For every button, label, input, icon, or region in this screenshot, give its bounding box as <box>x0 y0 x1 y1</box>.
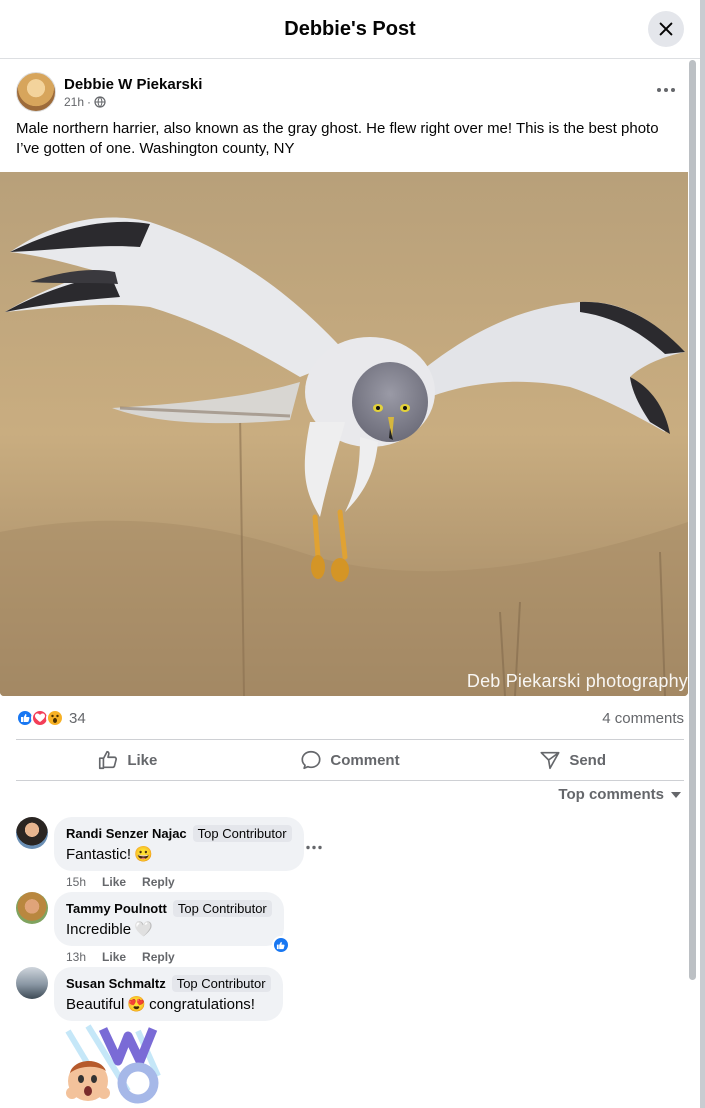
top-contributor-badge: Top Contributor <box>172 900 272 917</box>
photo-watermark: Deb Piekarski photography <box>466 671 688 691</box>
post-photo[interactable]: Deb Piekarski photography <box>0 172 688 696</box>
modal-title: Debbie's Post <box>284 17 416 40</box>
modal-header: Debbie's Post <box>0 0 700 59</box>
sort-label: Top comments <box>558 786 664 803</box>
comment-label: Comment <box>330 751 400 769</box>
top-contributor-badge: Top Contributor <box>192 825 292 842</box>
meta-separator: · <box>87 94 92 109</box>
scrollbar[interactable] <box>688 60 696 1108</box>
white-heart-emoji: 🤍 <box>134 921 153 938</box>
comment-text: Fantastic! <box>66 845 132 863</box>
commenter-name[interactable]: Susan Schmaltz <box>66 976 166 991</box>
comment-item: Randi Senzer Najac Top Contributor Fanta… <box>16 817 304 889</box>
close-icon <box>659 22 673 36</box>
comment-bubble: Randi Senzer Najac Top Contributor Fanta… <box>54 817 304 871</box>
wow-sticker-image[interactable] <box>58 1021 170 1108</box>
commenter-name[interactable]: Tammy Poulnott <box>66 901 167 916</box>
comment-sort-dropdown[interactable]: Top comments <box>558 786 682 803</box>
commenter-avatar[interactable] <box>16 817 48 849</box>
send-label: Send <box>569 751 607 769</box>
comment-bubble: Susan Schmaltz Top Contributor Beautiful… <box>54 967 283 1021</box>
like-button[interactable]: Like <box>16 741 239 779</box>
scrollbar-thumb[interactable] <box>689 60 696 980</box>
post-modal: Debbie's Post Debbie W Piekarski 21h · M… <box>0 0 700 1108</box>
comment-text: Beautiful <box>66 995 125 1013</box>
commenter-name[interactable]: Randi Senzer Najac <box>66 826 187 841</box>
post-actions-bar: Like Comment Send <box>16 741 684 779</box>
comment-reply-link[interactable]: Reply <box>142 875 175 889</box>
like-label: Like <box>127 751 158 769</box>
comment-time[interactable]: 13h <box>66 950 86 964</box>
divider-bottom <box>16 780 684 781</box>
more-horizontal-icon <box>306 845 322 850</box>
comment-item: Susan Schmaltz Top Contributor Beautiful… <box>16 967 283 1021</box>
close-button[interactable] <box>648 11 684 47</box>
comment-item: Tammy Poulnott Top Contributor Incredibl… <box>16 892 290 964</box>
post-options-button[interactable] <box>654 80 678 100</box>
wow-reaction-icon <box>46 709 64 727</box>
comment-options-button[interactable] <box>306 837 326 855</box>
comment-like-link[interactable]: Like <box>102 950 126 964</box>
comment-button[interactable]: Comment <box>239 741 462 779</box>
reaction-count[interactable]: 34 <box>69 710 86 727</box>
author-name[interactable]: Debbie W Piekarski <box>64 76 202 93</box>
thumbs-up-icon <box>99 750 118 770</box>
comment-like-reaction-icon[interactable] <box>271 936 290 954</box>
post-text: Male northern harrier, also known as the… <box>16 120 659 157</box>
more-horizontal-icon <box>657 88 675 92</box>
commenter-avatar[interactable] <box>16 967 48 999</box>
comment-reply-link[interactable]: Reply <box>142 950 175 964</box>
globe-icon <box>94 95 106 108</box>
send-button[interactable]: Send <box>461 741 684 779</box>
heart-eyes-emoji: 😍 <box>127 996 147 1013</box>
comment-text: Incredible <box>66 920 132 938</box>
post-time[interactable]: 21h <box>64 95 84 109</box>
grinning-emoji: 😀 <box>134 846 153 863</box>
comment-like-link[interactable]: Like <box>102 875 126 889</box>
comment-bubble: Tammy Poulnott Top Contributor Incredibl… <box>54 892 290 954</box>
author-avatar[interactable] <box>16 72 56 112</box>
commenter-avatar[interactable] <box>16 892 48 924</box>
divider-top <box>16 739 684 740</box>
comment-count-link[interactable]: 4 comments <box>602 710 684 727</box>
reactions-summary: 34 4 comments <box>16 706 684 730</box>
comment-time[interactable]: 15h <box>66 875 86 889</box>
caret-down-icon <box>671 791 681 798</box>
harrier-illustration <box>0 172 688 696</box>
comment-text-continued: congratulations! <box>149 995 255 1013</box>
reaction-icons[interactable]: 34 <box>16 709 86 727</box>
comment-bubble-icon <box>301 750 321 770</box>
top-contributor-badge: Top Contributor <box>171 975 271 992</box>
send-icon <box>540 751 560 770</box>
post-header: Debbie W Piekarski 21h · <box>16 72 202 112</box>
